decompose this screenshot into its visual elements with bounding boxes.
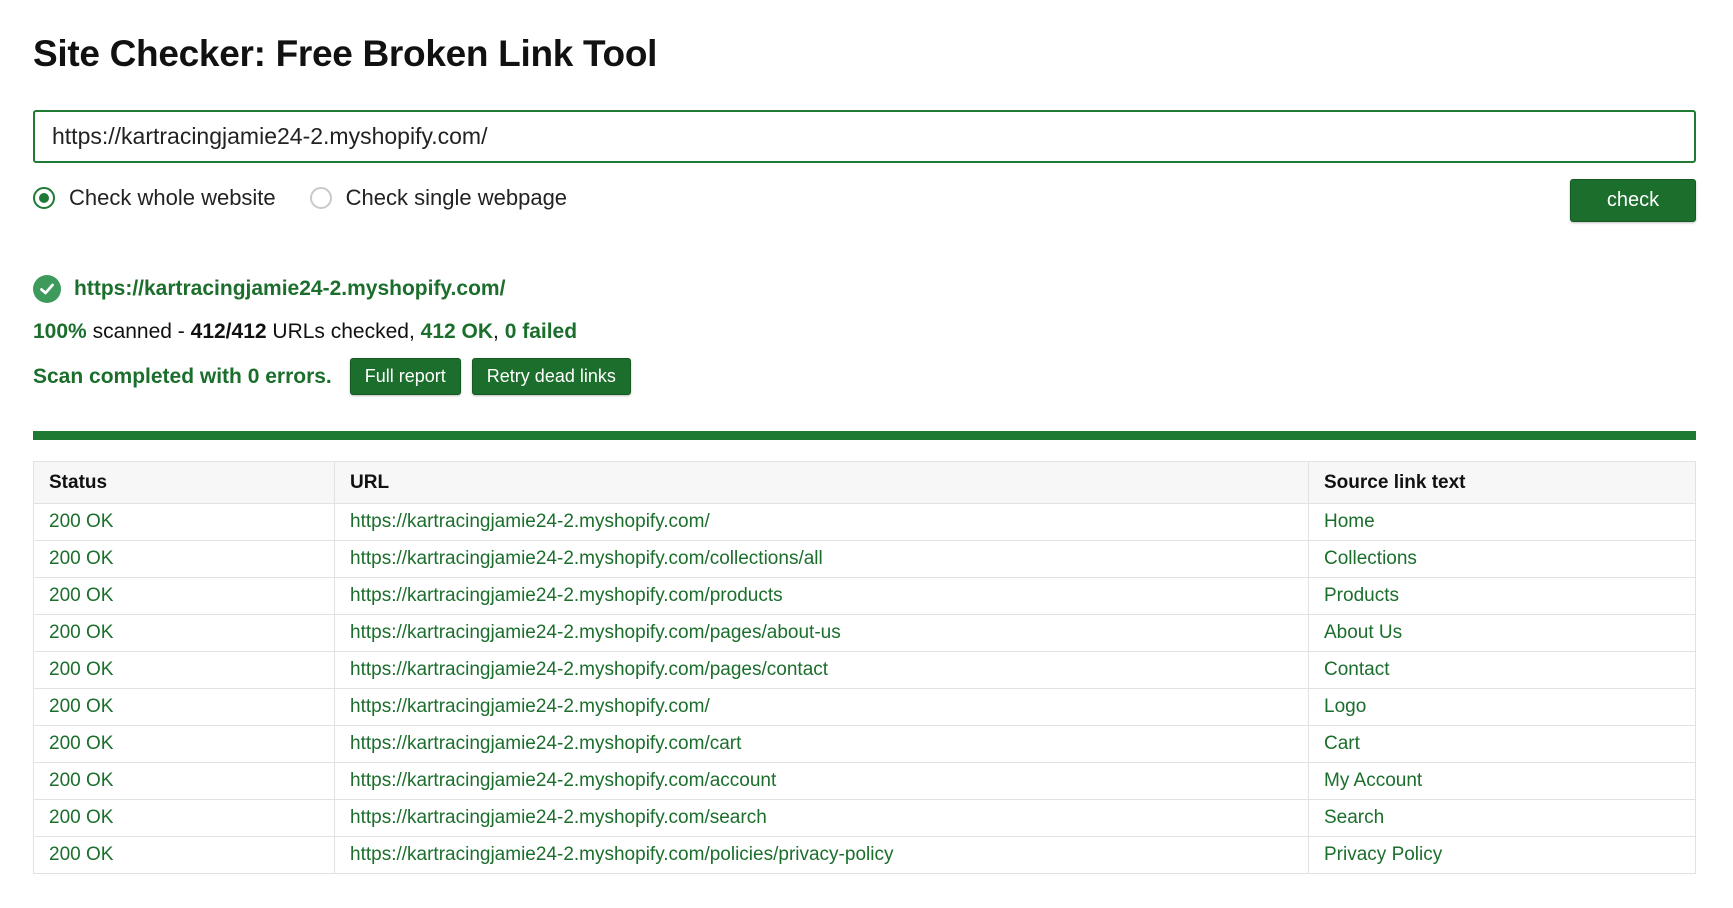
row-source-link[interactable]: About Us bbox=[1324, 622, 1402, 643]
urls-checked-label: URLs checked, bbox=[272, 320, 415, 343]
column-header-status[interactable]: Status bbox=[33, 461, 335, 504]
row-status: 200 OK bbox=[33, 540, 335, 578]
radio-unselected-icon[interactable] bbox=[309, 187, 332, 209]
row-url: https://kartracingjamie24-2.myshopify.co… bbox=[334, 762, 1309, 800]
row-status: 200 OK bbox=[33, 725, 335, 763]
scanned-label: scanned - bbox=[92, 320, 185, 343]
scan-progress-bar bbox=[33, 431, 1696, 440]
checked-count: 412/412 bbox=[190, 320, 267, 343]
retry-dead-links-button[interactable]: Retry dead links bbox=[471, 358, 631, 395]
row-source-text: Products bbox=[1308, 577, 1696, 615]
completion-row: Scan completed with 0 errors. Full repor… bbox=[33, 358, 642, 395]
failed-count: 0 failed bbox=[504, 320, 578, 343]
row-source-link[interactable]: Home bbox=[1324, 511, 1375, 532]
url-input[interactable] bbox=[33, 110, 1696, 163]
row-url-link[interactable]: https://kartracingjamie24-2.myshopify.co… bbox=[350, 659, 828, 680]
row-source-text: Privacy Policy bbox=[1308, 836, 1696, 874]
table-row: 200 OK https://kartracingjamie24-2.myshop… bbox=[33, 762, 1696, 800]
row-url: https://kartracingjamie24-2.myshopify.co… bbox=[334, 688, 1309, 726]
completion-message: Scan completed with 0 errors. bbox=[33, 364, 332, 388]
table-row: 200 OK https://kartracingjamie24-2.myshop… bbox=[33, 688, 1696, 726]
row-source-text: Contact bbox=[1308, 651, 1696, 689]
row-source-link[interactable]: Logo bbox=[1324, 696, 1366, 717]
row-source-link[interactable]: Contact bbox=[1324, 659, 1389, 680]
row-url-link[interactable]: https://kartracingjamie24-2.myshopify.co… bbox=[350, 807, 767, 828]
row-url: https://kartracingjamie24-2.myshopify.co… bbox=[334, 540, 1309, 578]
full-report-button[interactable]: Full report bbox=[349, 358, 461, 395]
row-status: 200 OK bbox=[33, 651, 335, 689]
row-status: 200 OK bbox=[33, 503, 335, 541]
row-source-link[interactable]: Products bbox=[1324, 585, 1399, 606]
table-row: 200 OK https://kartracingjamie24-2.myshop… bbox=[33, 540, 1696, 578]
row-status: 200 OK bbox=[33, 762, 335, 800]
radio-check-single-webpage[interactable]: Check single webpage bbox=[309, 185, 568, 211]
table-row: 200 OK https://kartracingjamie24-2.myshop… bbox=[33, 836, 1696, 874]
row-source-text: Collections bbox=[1308, 540, 1696, 578]
radio-label: Check single webpage bbox=[345, 185, 568, 210]
table-row: 200 OK https://kartracingjamie24-2.myshop… bbox=[33, 503, 1696, 541]
row-source-text: Logo bbox=[1308, 688, 1696, 726]
row-source-text: Search bbox=[1308, 799, 1696, 837]
row-source-text: Home bbox=[1308, 503, 1696, 541]
row-url: https://kartracingjamie24-2.myshopify.co… bbox=[334, 725, 1309, 763]
scan-stats: 100% scanned - 412/412 URLs checked, 412… bbox=[33, 320, 578, 343]
row-url-link[interactable]: https://kartracingjamie24-2.myshopify.co… bbox=[350, 770, 776, 791]
row-source-link[interactable]: Privacy Policy bbox=[1324, 844, 1442, 865]
column-header-url[interactable]: URL bbox=[334, 461, 1309, 504]
row-url-link[interactable]: https://kartracingjamie24-2.myshopify.co… bbox=[350, 696, 710, 717]
scan-progress-fill bbox=[33, 431, 1696, 440]
row-url: https://kartracingjamie24-2.myshopify.co… bbox=[334, 577, 1309, 615]
row-status: 200 OK bbox=[33, 836, 335, 874]
radio-selected-icon[interactable] bbox=[33, 187, 55, 209]
row-source-text: Cart bbox=[1308, 725, 1696, 763]
check-button[interactable]: check bbox=[1570, 179, 1696, 222]
row-status: 200 OK bbox=[33, 614, 335, 652]
row-url: https://kartracingjamie24-2.myshopify.co… bbox=[334, 651, 1309, 689]
row-url-link[interactable]: https://kartracingjamie24-2.myshopify.co… bbox=[350, 511, 710, 532]
mode-selector: Check whole website Check single webpage bbox=[33, 182, 601, 214]
row-url-link[interactable]: https://kartracingjamie24-2.myshopify.co… bbox=[350, 844, 893, 865]
row-url: https://kartracingjamie24-2.myshopify.co… bbox=[334, 836, 1309, 874]
row-source-link[interactable]: Cart bbox=[1324, 733, 1360, 754]
checkmark-icon bbox=[40, 283, 54, 295]
row-url: https://kartracingjamie24-2.myshopify.co… bbox=[334, 614, 1309, 652]
row-source-text: About Us bbox=[1308, 614, 1696, 652]
radio-label: Check whole website bbox=[69, 185, 276, 210]
ok-count: 412 OK bbox=[420, 320, 494, 343]
row-url: https://kartracingjamie24-2.myshopify.co… bbox=[334, 503, 1309, 541]
results-table: Status URL Source link text 200 OK https:… bbox=[33, 461, 1696, 874]
row-status: 200 OK bbox=[33, 799, 335, 837]
row-url-link[interactable]: https://kartracingjamie24-2.myshopify.co… bbox=[350, 585, 783, 606]
row-source-link[interactable]: Search bbox=[1324, 807, 1384, 828]
row-status: 200 OK bbox=[33, 688, 335, 726]
table-row: 200 OK https://kartracingjamie24-2.myshop… bbox=[33, 614, 1696, 652]
table-row: 200 OK https://kartracingjamie24-2.myshop… bbox=[33, 651, 1696, 689]
result-header: https://kartracingjamie24-2.myshopify.co… bbox=[33, 275, 505, 303]
page-title: Site Checker: Free Broken Link Tool bbox=[33, 33, 658, 74]
row-url-link[interactable]: https://kartracingjamie24-2.myshopify.co… bbox=[350, 548, 823, 569]
row-url: https://kartracingjamie24-2.myshopify.co… bbox=[334, 799, 1309, 837]
row-source-link[interactable]: My Account bbox=[1324, 770, 1422, 791]
check-circle-icon bbox=[33, 275, 61, 303]
row-status: 200 OK bbox=[33, 577, 335, 615]
table-header-row: Status URL Source link text bbox=[33, 461, 1696, 504]
results-body: 200 OK https://kartracingjamie24-2.myshop… bbox=[33, 503, 1696, 874]
column-header-source[interactable]: Source link text bbox=[1308, 461, 1696, 504]
row-url-link[interactable]: https://kartracingjamie24-2.myshopify.co… bbox=[350, 622, 841, 643]
result-url-link[interactable]: https://kartracingjamie24-2.myshopify.co… bbox=[74, 277, 505, 301]
percent-scanned: 100% bbox=[33, 320, 87, 343]
table-row: 200 OK https://kartracingjamie24-2.myshop… bbox=[33, 577, 1696, 615]
radio-check-whole-website[interactable]: Check whole website bbox=[33, 185, 276, 211]
row-source-text: My Account bbox=[1308, 762, 1696, 800]
table-row: 200 OK https://kartracingjamie24-2.myshop… bbox=[33, 799, 1696, 837]
table-row: 200 OK https://kartracingjamie24-2.myshop… bbox=[33, 725, 1696, 763]
row-source-link[interactable]: Collections bbox=[1324, 548, 1417, 569]
row-url-link[interactable]: https://kartracingjamie24-2.myshopify.co… bbox=[350, 733, 741, 754]
